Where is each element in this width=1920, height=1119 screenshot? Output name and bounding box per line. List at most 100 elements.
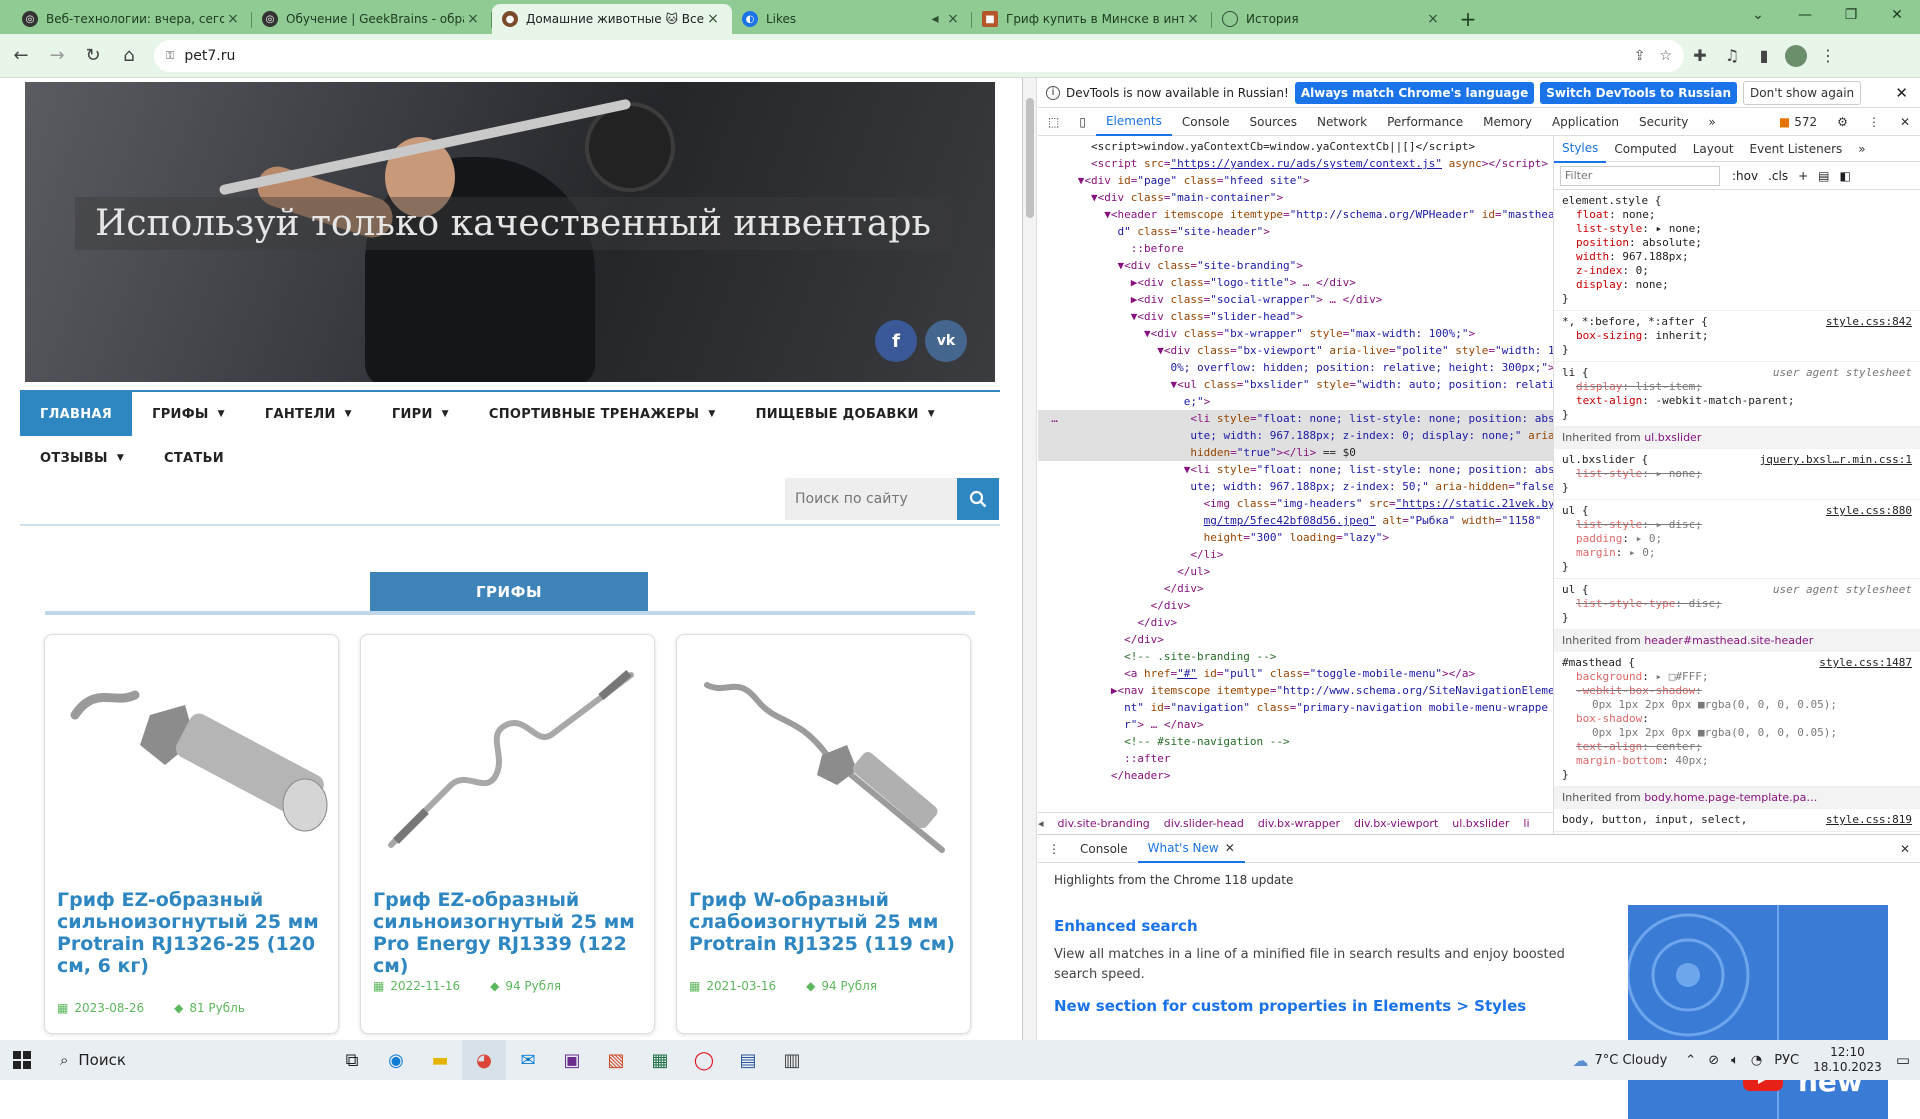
css-rule[interactable]: style.css:1487 #masthead { background: ▸ … [1554,652,1920,787]
language-indicator[interactable]: РУС [1774,1053,1799,1068]
breadcrumb-item[interactable]: div.slider-head [1164,817,1244,830]
breadcrumb-item[interactable]: ul.bxslider [1452,817,1509,830]
tab-elements[interactable]: Elements [1095,108,1172,136]
vk-icon[interactable]: vk [925,320,967,362]
match-language-button[interactable]: Always match Chrome's language [1294,81,1535,104]
tab-search-icon[interactable]: ⌄ [1735,0,1781,30]
whats-new-video-thumbnail[interactable]: new [1628,905,1888,1119]
volume-icon[interactable]: 🔈︎ [1731,1053,1739,1068]
tab-styles[interactable]: Styles [1554,136,1607,163]
menu-item-trenazhery[interactable]: СПОРТИВНЫЕ ТРЕНАЖЕРЫ ▼ [469,392,736,436]
hov-toggle[interactable]: :hov [1732,169,1758,183]
close-tab-icon[interactable]: × [1424,11,1442,27]
site-info-icon[interactable]: ⚿ [166,49,174,63]
menu-item-grify[interactable]: ГРИФЫ ▼ [132,392,245,436]
network-icon[interactable]: ◔ [1751,1053,1762,1068]
tab-sources[interactable]: Sources [1240,108,1307,136]
notifications-icon[interactable]: ▭ [1896,1051,1910,1069]
save-app-icon[interactable]: ▣ [550,1040,594,1080]
close-tab-icon[interactable]: × [944,11,962,27]
breadcrumb-item[interactable]: div.bx-viewport [1354,817,1438,830]
close-tab-icon[interactable]: × [704,11,722,27]
breadcrumb-item[interactable]: li [1523,817,1529,830]
word-icon[interactable]: ▤ [726,1040,770,1080]
close-window-button[interactable]: ✕ [1874,0,1920,30]
tab-application[interactable]: Application [1542,108,1629,136]
edge-icon[interactable]: ◉ [374,1040,418,1080]
product-card[interactable]: Гриф EZ-образный сильноизогнутый 25 мм P… [360,634,655,1034]
menu-item-home[interactable]: ГЛАВНАЯ [20,392,133,436]
more-tabs-icon[interactable]: » [1850,136,1873,163]
page-scrollbar[interactable] [1023,78,1037,1040]
cls-toggle[interactable]: .cls [1768,169,1788,183]
sidebar-toggle-icon[interactable]: ◧ [1840,169,1851,183]
tab-event-listeners[interactable]: Event Listeners [1742,136,1851,163]
avatar[interactable] [1780,41,1812,71]
dont-show-again-button[interactable]: Don't show again [1743,80,1862,105]
chevron-up-icon[interactable]: ⌃ [1685,1053,1696,1068]
css-rule[interactable]: jquery.bxsl…r.min.css:1 ul.bxslider { lis… [1554,449,1920,500]
device-toolbar-icon[interactable]: ▯ [1069,108,1096,136]
css-rule[interactable]: element.style { float: none; list-style:… [1554,190,1920,311]
home-icon[interactable]: ⌂ [114,41,144,71]
tab-computed[interactable]: Computed [1606,136,1684,163]
mail-icon[interactable]: ✉ [506,1040,550,1080]
chrome-icon[interactable]: ◕ [462,1040,506,1080]
tab-layout[interactable]: Layout [1685,136,1742,163]
menu-item-stati[interactable]: СТАТЬИ [144,436,244,480]
windows-start-icon[interactable] [0,1040,44,1080]
opera-icon[interactable]: ◯ [682,1040,726,1080]
drawer-tab-whats-new[interactable]: What's New ✕ [1137,835,1245,863]
menu-item-ganteli[interactable]: ГАНТЕЛИ ▼ [245,392,372,436]
close-tab-icon[interactable]: ✕ [1225,841,1235,855]
tab-memory[interactable]: Memory [1473,108,1542,136]
extensions-icon[interactable]: ✚ [1684,41,1716,71]
css-rule[interactable]: user agent stylesheet li { display: list-… [1554,362,1920,427]
switch-russian-button[interactable]: Switch DevTools to Russian [1540,81,1738,104]
weather-text[interactable]: 7°C Cloudy [1594,1053,1667,1068]
issues-badge[interactable]: ■ 572 [1769,108,1827,136]
close-tab-icon[interactable]: × [1184,11,1202,27]
devtools-menu-icon[interactable]: ⋮ [1858,108,1890,136]
chrome-menu-icon[interactable]: ⋮ [1812,41,1844,71]
side-panel-icon[interactable]: ▮ [1748,41,1780,71]
settings-gear-icon[interactable]: ⚙ [1827,108,1858,136]
product-title[interactable]: Гриф EZ-образный сильноизогнутый 25 мм P… [57,889,332,977]
share-icon[interactable]: ⇪ [1634,48,1646,64]
browser-tab[interactable]: ◎ Обучение | GeekBrains - образ × [252,4,492,34]
onedrive-icon[interactable]: ⊘ [1708,1053,1719,1068]
product-title[interactable]: Гриф W-образный слабоизогнутый 25 мм Pro… [689,889,964,955]
product-title[interactable]: Гриф EZ-образный сильноизогнутый 25 мм P… [373,889,648,977]
excel-icon[interactable]: ▦ [638,1040,682,1080]
inspect-element-icon[interactable]: ⬚ [1038,108,1069,136]
element-state-icon[interactable]: ▤ [1818,169,1829,183]
product-card[interactable]: Гриф W-образный слабоизогнутый 25 мм Pro… [676,634,971,1034]
search-input[interactable] [785,478,957,520]
minimize-button[interactable]: — [1782,0,1828,30]
tab-performance[interactable]: Performance [1377,108,1473,136]
menu-item-dobavki[interactable]: ПИЩЕВЫЕ ДОБАВКИ ▼ [736,392,955,436]
css-rule[interactable]: style.css:880 ul { list-style: ▸ disc; pa… [1554,500,1920,579]
search-button[interactable] [957,478,999,520]
close-infobar-icon[interactable]: ✕ [1895,84,1908,102]
css-rule[interactable]: user agent stylesheet ul { list-style-typ… [1554,579,1920,630]
forward-icon[interactable]: → [42,41,72,71]
mute-tab-icon[interactable]: ◂ [926,11,944,27]
new-rule-icon[interactable]: + [1798,169,1808,183]
browser-tab-active[interactable]: ● Домашние животные 🐱 Все п × [492,4,732,34]
close-drawer-icon[interactable]: ✕ [1890,835,1920,863]
task-view-icon[interactable]: ⧉ [330,1040,374,1080]
css-rule[interactable]: style.css:819 body, button, input, select… [1554,809,1920,832]
breadcrumb-item[interactable]: div.site-branding [1058,817,1150,830]
media-controls-icon[interactable]: ♫ [1716,41,1748,71]
browser-tab[interactable]: ■ Гриф купить в Минске в интер × [972,4,1212,34]
close-tab-icon[interactable]: × [224,11,242,27]
file-explorer-icon[interactable]: ▬ [418,1040,462,1080]
breadcrumb-item[interactable]: div.bx-wrapper [1258,817,1340,830]
reload-icon[interactable]: ↻ [78,41,108,71]
css-rule[interactable]: style.css:842 *, *:before, *:after { box-… [1554,311,1920,362]
store-icon[interactable]: ▥ [770,1040,814,1080]
facebook-icon[interactable]: f [875,320,917,362]
browser-tab[interactable]: ◐ Likes ◂ × [732,4,972,34]
tab-security[interactable]: Security [1629,108,1698,136]
